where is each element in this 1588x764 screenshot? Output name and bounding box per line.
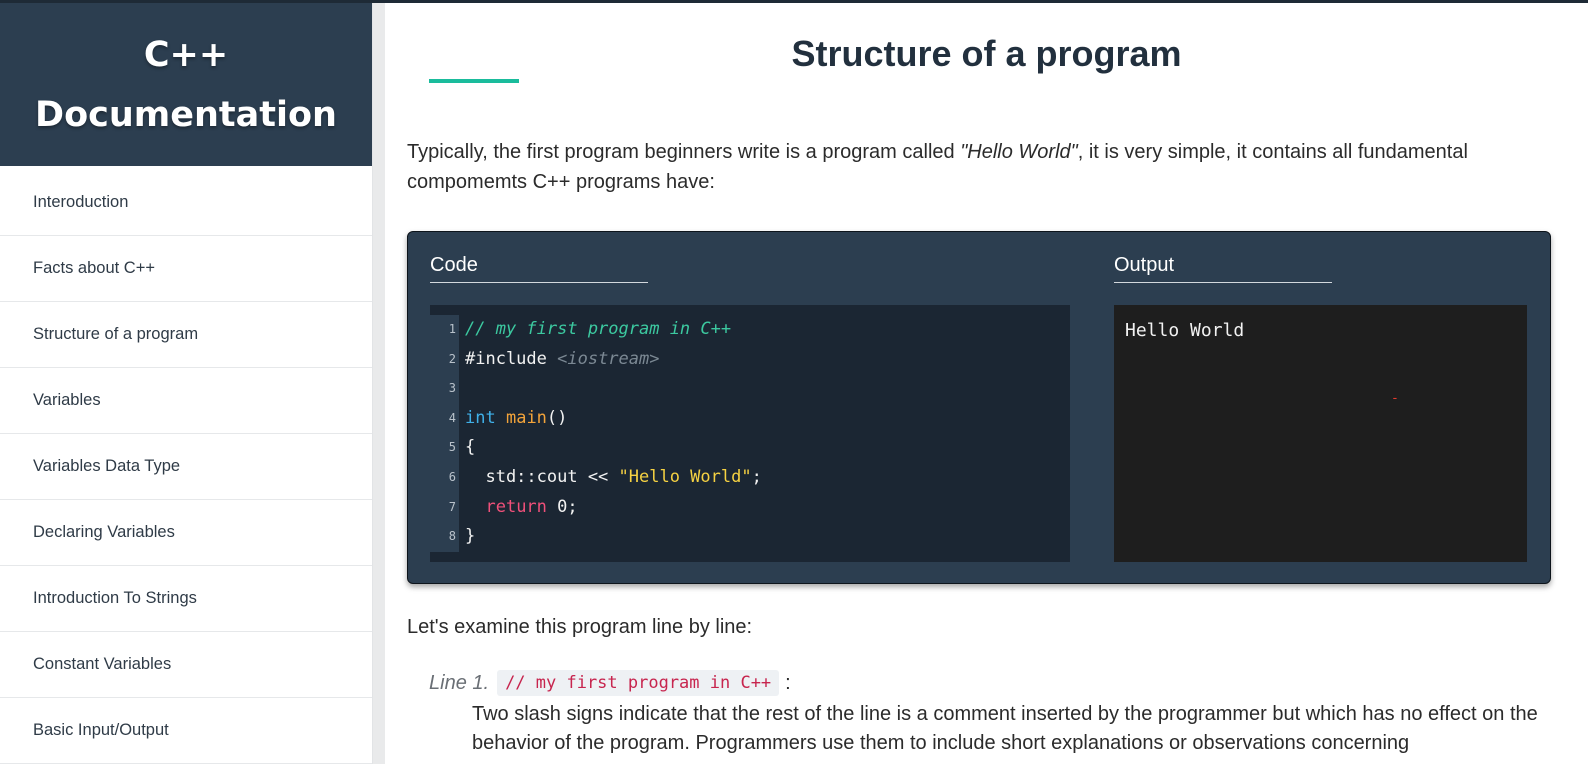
- code-line: 7 return 0;: [430, 493, 1070, 522]
- code-line: 3: [430, 374, 1070, 403]
- code-line: 6 std::cout << "Hello World";: [430, 463, 1070, 492]
- intro-paragraph: Typically, the first program beginners w…: [407, 137, 1567, 197]
- intro-emphasis: "Hello World": [960, 141, 1078, 163]
- code-token: return: [485, 496, 547, 517]
- code-source: return 0;: [465, 493, 578, 522]
- line-number: 7: [448, 499, 456, 514]
- main-content: Structure of a program Typically, the fi…: [385, 3, 1588, 764]
- code-token: main: [505, 407, 547, 428]
- code-token: int: [465, 407, 496, 428]
- line-colon: :: [785, 671, 791, 694]
- sidebar-nav: C++ Documentation Interoduction Facts ab…: [0, 3, 373, 764]
- site-title: C++ Documentation: [35, 34, 337, 135]
- code-line: 8}: [430, 522, 1070, 551]
- code-line: 1 // my first program in C++: [430, 315, 1070, 344]
- code-line: 5{: [430, 433, 1070, 462]
- nav-item-variables[interactable]: Variables: [0, 368, 372, 434]
- code-token: #include: [465, 348, 558, 369]
- output-text: Hello World: [1125, 320, 1245, 341]
- code-token: "Hello World": [618, 467, 752, 487]
- line-explanation-text: Two slash signs indicate that the rest o…: [472, 703, 1538, 754]
- code-token: // my first program in C++: [465, 319, 732, 339]
- line-number: 2: [448, 351, 456, 366]
- nav-list: Interoduction Facts about C++ Structure …: [0, 166, 372, 764]
- code-block: 1 // my first program in C++ 2 #include <io…: [430, 305, 1070, 562]
- line-number: 3: [448, 381, 456, 396]
- nav-item-basic-io[interactable]: Basic Input/Output: [0, 698, 372, 764]
- code-token: }: [465, 526, 476, 547]
- code-heading: Code: [430, 254, 648, 283]
- line-number: 8: [448, 529, 456, 544]
- examine-heading: Let's examine this program line by line:: [407, 616, 753, 638]
- code-token: {: [465, 437, 476, 458]
- line-number: 1: [448, 322, 456, 336]
- line-number: 6: [448, 470, 456, 484]
- code-source: int main(): [465, 404, 567, 433]
- output-block: Hello World -: [1114, 305, 1527, 562]
- code-source: {: [465, 433, 475, 462]
- line-number: 4: [448, 410, 456, 425]
- code-token: <iostream>: [557, 348, 660, 369]
- nav-item-strings[interactable]: Introduction To Strings: [0, 566, 372, 632]
- output-heading: Output: [1114, 254, 1332, 283]
- sidebar-header: C++ Documentation: [0, 3, 372, 166]
- code-token: std::cout <<: [465, 467, 619, 487]
- page-title: Structure of a program: [791, 33, 1182, 74]
- code-token: ;: [751, 467, 762, 487]
- intro-text-before: Typically, the first program beginners w…: [407, 141, 961, 163]
- output-marker: -: [1391, 391, 1399, 406]
- code-token: (): [546, 407, 568, 428]
- code-source: #include <iostream>: [465, 345, 659, 374]
- nav-item-constant-variables[interactable]: Constant Variables: [0, 632, 372, 698]
- nav-item-declaring-variables[interactable]: Declaring Variables: [0, 500, 372, 566]
- line-explanation-header: Line 1. // my first program in C++ :: [429, 670, 791, 696]
- code-source: std::cout << "Hello World";: [465, 463, 762, 492]
- line-label: Line 1.: [429, 671, 490, 694]
- code-source: }: [465, 522, 475, 551]
- nav-item-structure[interactable]: Structure of a program: [0, 302, 372, 368]
- title-accent-line: [429, 79, 519, 83]
- nav-item-variables-data-type[interactable]: Variables Data Type: [0, 434, 372, 500]
- inline-code: // my first program in C++: [497, 670, 780, 696]
- code-line: 4 int main(): [430, 404, 1070, 433]
- code-token: 0;: [546, 496, 578, 517]
- code-line: 2 #include <iostream>: [430, 345, 1070, 374]
- nav-item-facts[interactable]: Facts about C++: [0, 236, 372, 302]
- code-example-panel: Code Output 1 // my first program in C++ 2…: [407, 231, 1551, 584]
- nav-item-introduction[interactable]: Interoduction: [0, 170, 372, 236]
- code-source: // my first program in C++: [465, 315, 731, 344]
- sidebar-scrollbar[interactable]: [373, 3, 385, 764]
- line-number: 5: [448, 440, 456, 455]
